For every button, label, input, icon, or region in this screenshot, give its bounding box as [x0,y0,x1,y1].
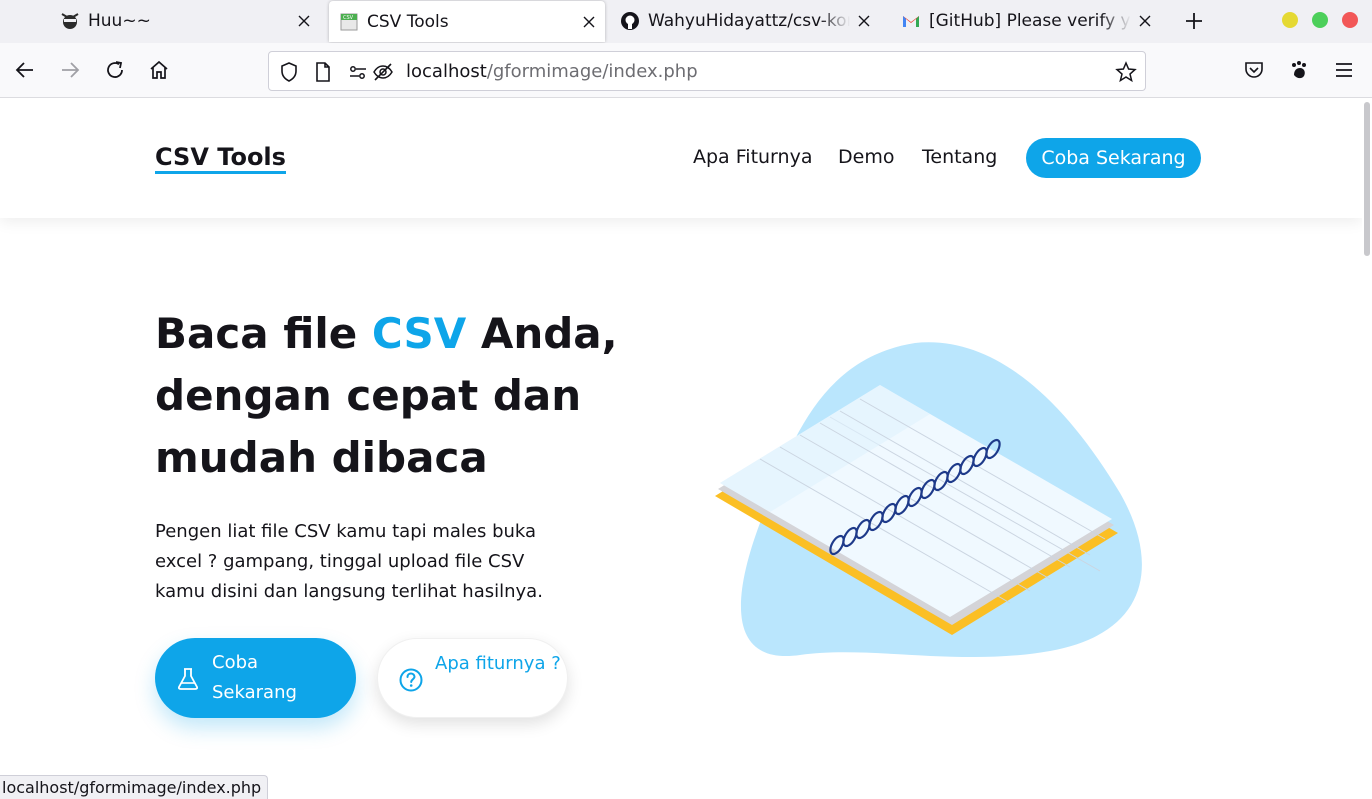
web-page: CSV Tools Apa Fiturnya Demo Tentang Coba… [0,98,1362,799]
extension-paw-icon[interactable] [1288,59,1310,81]
scrollbar-thumb[interactable] [1364,102,1370,256]
site-logo[interactable]: CSV Tools [155,143,286,174]
svg-text:CSV: CSV [343,15,354,21]
page-scrollbar[interactable] [1362,98,1372,799]
shield-icon[interactable] [278,61,300,83]
question-circle-icon [399,668,423,692]
features-button[interactable]: Apa fiturnya ? [377,638,568,718]
tab-close-icon[interactable] [296,13,312,29]
home-icon[interactable] [148,59,170,81]
hero-description: Pengen liat file CSV kamu tapi males buk… [155,521,543,602]
nav-link-fitur[interactable]: Apa Fiturnya [693,146,812,168]
hero-title-part1: Baca file [155,309,372,358]
menu-hamburger-icon[interactable] [1333,59,1355,81]
tab-close-icon[interactable] [1137,13,1153,29]
tab-github-repo[interactable]: WahyuHidayattz/csv-konv [610,0,880,42]
address-bar[interactable]: localhost/gformimage/index.php [268,51,1146,91]
close-window-button[interactable] [1342,12,1358,28]
pocket-icon[interactable] [1243,59,1265,81]
tab-label: WahyuHidayattz/csv-konv [648,11,850,31]
gmail-icon [901,11,921,31]
nav-link-tentang[interactable]: Tentang [922,146,997,168]
maximize-window-button[interactable] [1312,12,1328,28]
minimize-window-button[interactable] [1282,12,1298,28]
new-tab-plus-icon[interactable] [1182,9,1206,33]
flask-icon [177,668,199,690]
tab-gmail[interactable]: [GitHub] Please verify you [891,0,1161,42]
url-path: /gformimage/index.php [486,61,698,82]
forward-arrow-icon[interactable] [59,59,81,81]
browser-tab-strip: Huu~~ CSV CSV Tools WahyuHidayattz/csv-k… [0,0,1372,43]
tab-csv-tools[interactable]: CSV CSV Tools [329,1,605,42]
try-now-button[interactable]: Coba Sekarang [155,638,356,718]
tab-label: Huu~~ [88,11,151,31]
tab-label: [GitHub] Please verify you [929,11,1131,31]
try-now-label: Coba Sekarang [212,652,297,703]
nav-link-demo[interactable]: Demo [838,146,894,168]
url-host: localhost [406,61,487,82]
hero-title: Baca file CSV Anda, dengan cepat dan mud… [155,303,625,489]
features-label: Apa fiturnya ? [435,653,561,674]
nav-cta-button[interactable]: Coba Sekarang [1026,138,1201,178]
url-text[interactable]: localhost/gformimage/index.php [406,61,698,82]
ninja-favicon-icon [60,11,80,31]
page-info-icon[interactable] [312,61,334,83]
hero-title-accent: CSV [371,309,467,358]
tab-close-icon[interactable] [581,14,597,30]
notebook-illustration [715,342,1142,658]
tab-close-icon[interactable] [856,13,872,29]
permissions-icon[interactable] [347,61,369,83]
link-status-bar: localhost/gformimage/index.php [0,775,269,799]
hero-title-bold: dibaca [331,433,488,482]
site-navbar: CSV Tools Apa Fiturnya Demo Tentang Coba… [0,98,1362,218]
reload-icon[interactable] [104,59,126,81]
csv-favicon-icon: CSV [339,12,359,32]
browser-toolbar: localhost/gformimage/index.php [0,43,1372,98]
tracking-hidden-icon[interactable] [372,61,394,83]
tab-label: CSV Tools [367,11,449,32]
back-arrow-icon[interactable] [14,59,36,81]
bookmark-star-icon[interactable] [1115,61,1137,83]
github-icon [620,11,640,31]
tab-huu[interactable]: Huu~~ [50,0,320,42]
